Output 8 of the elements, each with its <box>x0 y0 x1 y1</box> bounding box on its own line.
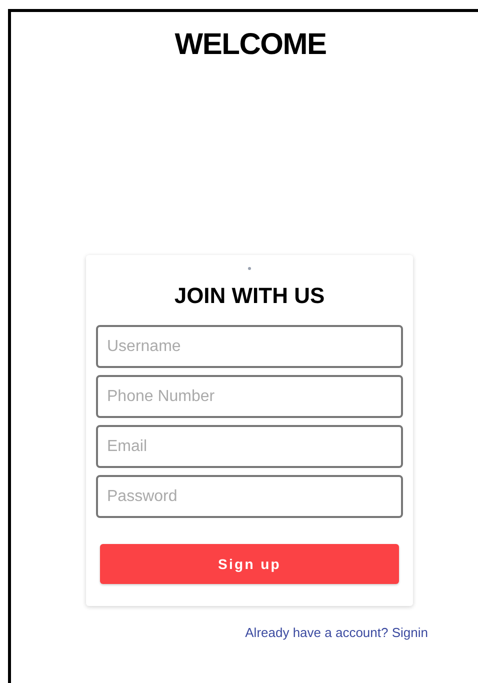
signup-button[interactable]: Sign up <box>100 544 399 584</box>
form-heading: JOIN WITH US <box>174 283 325 309</box>
input-field[interactable]: Username <box>96 325 403 368</box>
input-field[interactable]: Email <box>96 425 403 468</box>
input-field[interactable]: Phone Number <box>96 375 403 418</box>
signin-link[interactable]: Already have a account? Signin <box>245 623 428 642</box>
input-field[interactable]: Password <box>96 475 403 518</box>
page-title: WELCOME <box>174 27 326 63</box>
